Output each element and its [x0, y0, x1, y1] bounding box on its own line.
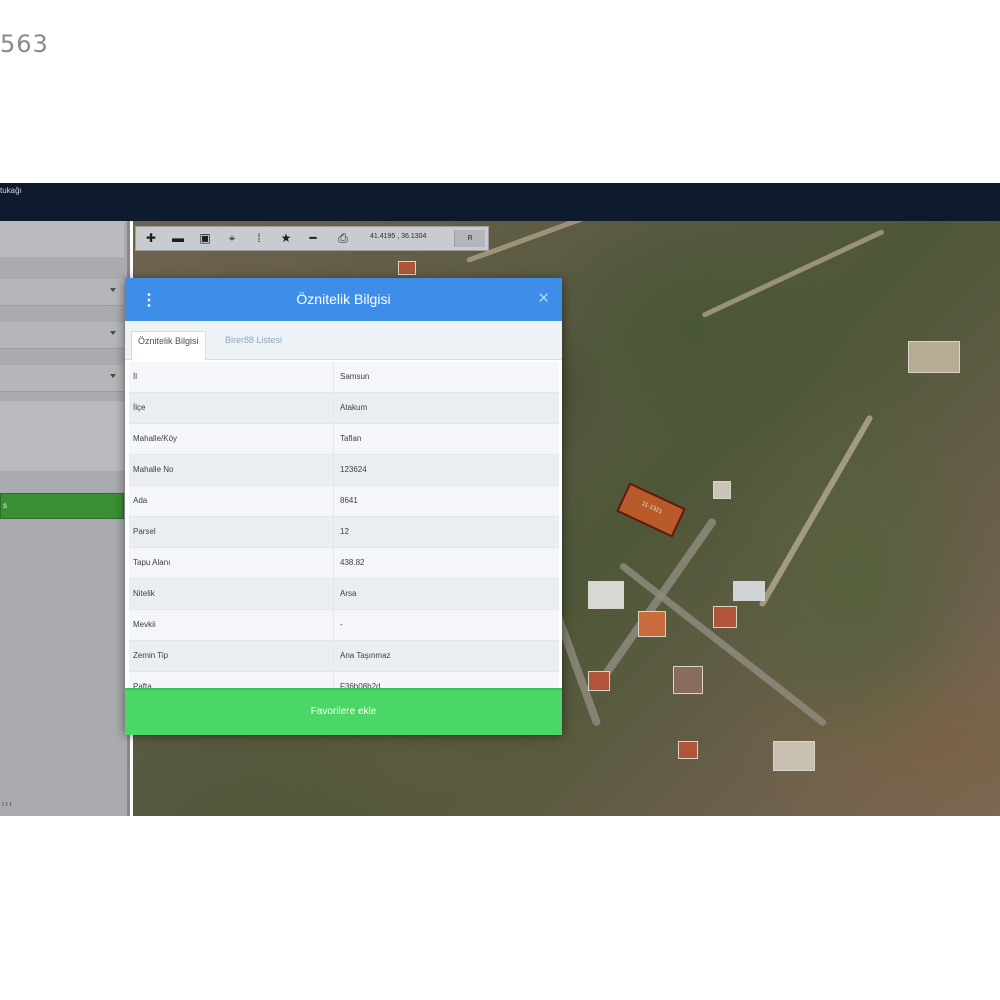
plus-icon[interactable]: ✚ — [141, 229, 161, 248]
selected-parcel[interactable]: 11-1321 — [616, 482, 686, 538]
row-value: Samsun — [333, 362, 559, 392]
sidebar-dropdown-3[interactable] — [0, 365, 124, 392]
attribute-dialog: ⋮ Öznitelik Bilgisi ✕ Öznitelik Bilgisi … — [125, 278, 562, 735]
window-title: tukağı — [0, 186, 22, 195]
app-window: tukağı s ı ı ı 11-1321 ✚ ▬ ▣ ⌖ ⁞ ★ ━ ⎙ 4… — [0, 183, 1000, 816]
map-road — [618, 561, 828, 728]
table-row: Parsel 12 — [129, 517, 559, 548]
row-value: 123624 — [333, 455, 559, 485]
chevron-down-icon — [110, 288, 116, 292]
row-key: Mahalle No — [133, 465, 174, 474]
map-building — [678, 741, 698, 759]
map-building — [713, 481, 731, 499]
map-building — [588, 581, 624, 609]
table-row: Tapu Alanı 438.82 — [129, 548, 559, 579]
sidebar-query-button[interactable]: s — [0, 493, 124, 519]
sidebar-info-panel — [0, 401, 124, 471]
row-value: - — [333, 610, 559, 640]
print-icon[interactable]: ⎙ — [333, 229, 353, 248]
sidebar-footer-text: ı ı ı — [2, 801, 12, 808]
star-icon[interactable]: ★ — [276, 229, 296, 248]
table-row: Mahalle/Köy Taflan — [129, 424, 559, 455]
map-building — [773, 741, 815, 771]
row-key: Mevkii — [133, 620, 156, 629]
table-row: Mahalle No 123624 — [129, 455, 559, 486]
map-building — [588, 671, 610, 691]
tab-list[interactable]: Birer88 Listesi — [219, 331, 288, 359]
row-value: Ana Taşınmaz — [333, 641, 559, 671]
dialog-header: ⋮ Öznitelik Bilgisi ✕ — [125, 278, 562, 321]
map-building — [638, 611, 666, 637]
sidebar-dropdown-2[interactable] — [0, 322, 124, 349]
row-key: Parsel — [133, 527, 156, 536]
map-building — [713, 606, 737, 628]
row-value: 12 — [333, 517, 559, 547]
ruler-icon[interactable]: ━ — [303, 229, 323, 248]
row-key: Zemin Tip — [133, 651, 169, 660]
map-building — [908, 341, 960, 373]
row-value: Atakum — [333, 393, 559, 423]
map-building — [673, 666, 703, 694]
row-key: İlçe — [133, 403, 146, 412]
chevron-down-icon — [110, 374, 116, 378]
row-key: İl — [133, 372, 137, 381]
add-to-favorites-button[interactable]: Favorilere ekle — [125, 688, 562, 735]
row-key: Nitelik — [133, 589, 155, 598]
attribute-table: İl Samsun İlçe Atakum Mahalle/Köy Taflan Ma… — [129, 362, 559, 703]
table-row: Ada 8641 — [129, 486, 559, 517]
corner-text: 563 — [0, 30, 49, 58]
map-toolbar: ✚ ▬ ▣ ⌖ ⁞ ★ ━ ⎙ 41.4195 , 36.1304 R — [135, 226, 489, 251]
table-row: İl Samsun — [129, 362, 559, 393]
row-key: Tapu Alanı — [133, 558, 171, 567]
map-track — [701, 228, 885, 319]
title-bar: tukağı — [0, 183, 1000, 221]
toolbar-extra-button[interactable]: R — [454, 230, 485, 247]
dialog-title: Öznitelik Bilgisi — [296, 291, 391, 307]
minus-icon[interactable]: ▬ — [168, 229, 188, 248]
row-value: 438.82 — [333, 548, 559, 578]
table-row: Nitelik Arsa — [129, 579, 559, 610]
sidebar: s ı ı ı — [0, 221, 130, 816]
target-icon[interactable]: ⌖ — [222, 229, 242, 248]
dialog-tabs: Öznitelik Bilgisi Birer88 Listesi — [125, 321, 562, 360]
sidebar-header-panel — [0, 221, 124, 257]
coordinate-readout: 41.4195 , 36.1304 — [370, 233, 427, 240]
chevron-down-icon — [110, 331, 116, 335]
map-building — [733, 581, 765, 601]
sidebar-dropdown-1[interactable] — [0, 279, 124, 306]
map-track — [758, 414, 874, 608]
table-row: Mevkii - — [129, 610, 559, 641]
table-row: Zemin Tip Ana Taşınmaz — [129, 641, 559, 672]
copy-icon[interactable]: ▣ — [195, 229, 215, 248]
tab-attribute-info[interactable]: Öznitelik Bilgisi — [131, 331, 206, 360]
row-key: Ada — [133, 496, 148, 505]
close-icon[interactable]: ✕ — [537, 289, 550, 307]
row-value: 8641 — [333, 486, 559, 516]
info-icon[interactable]: ⁞ — [249, 229, 269, 248]
map-building — [398, 261, 416, 275]
table-row: İlçe Atakum — [129, 393, 559, 424]
parcel-label: 11-1321 — [640, 500, 663, 516]
row-value: Arsa — [333, 579, 559, 609]
row-key: Mahalle/Köy — [133, 434, 178, 443]
row-value: Taflan — [333, 424, 559, 454]
